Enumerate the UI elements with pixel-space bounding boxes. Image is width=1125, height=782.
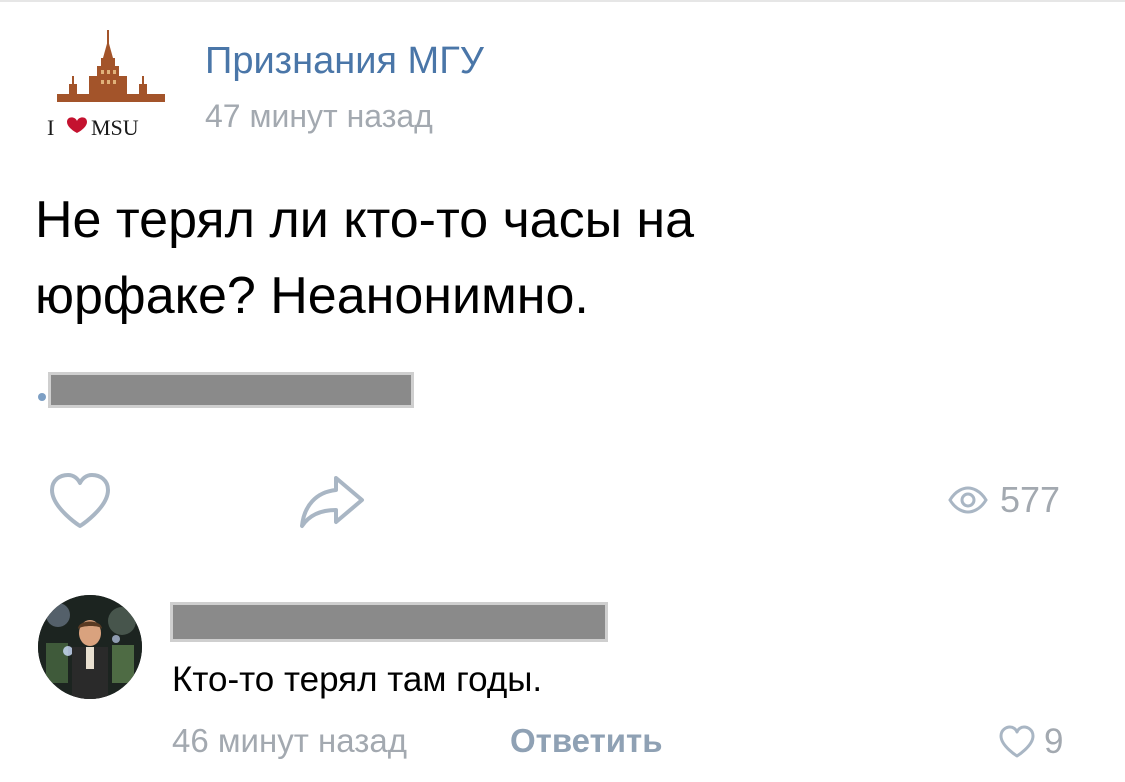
views-counter: 577 [948,478,1060,522]
group-name-link[interactable]: Признания МГУ [205,40,484,83]
svg-text:MSU: MSU [91,115,139,140]
top-divider [0,0,1125,2]
share-arrow-icon [300,476,364,528]
svg-text:I: I [47,115,54,140]
share-button[interactable] [296,472,368,530]
avatar-photo [38,595,142,699]
comment-like-button[interactable]: 9 [998,722,1063,762]
post-text-line: Не терял ли кто-то часы на [35,191,695,249]
heart-outline-icon [999,725,1035,758]
views-count: 577 [1000,479,1061,520]
group-avatar[interactable]: I MSU [45,30,175,150]
commenter-avatar[interactable] [38,595,142,699]
link-fragment [38,393,46,401]
eye-icon [948,486,988,514]
post-header: I MSU Признания МГУ 47 минут назад [45,20,745,140]
msu-logo-icon: I MSU [47,30,165,140]
like-button[interactable] [48,472,112,530]
post-body: Не терял ли кто-то часы на юрфаке? Неано… [35,182,1075,334]
comment-timestamp: 46 минут назад [172,722,407,759]
heart-outline-icon [50,473,110,528]
comment-text: Кто-то терял там годы. [172,660,543,699]
comment-like-count: 9 [1044,722,1064,761]
redacted-commenter-name [170,602,608,642]
redacted-link-block [48,372,414,408]
reply-button[interactable]: Ответить [510,722,663,760]
post-timestamp: 47 минут назад [205,98,433,134]
post-text-line: юрфаке? Неанонимно. [35,267,589,325]
